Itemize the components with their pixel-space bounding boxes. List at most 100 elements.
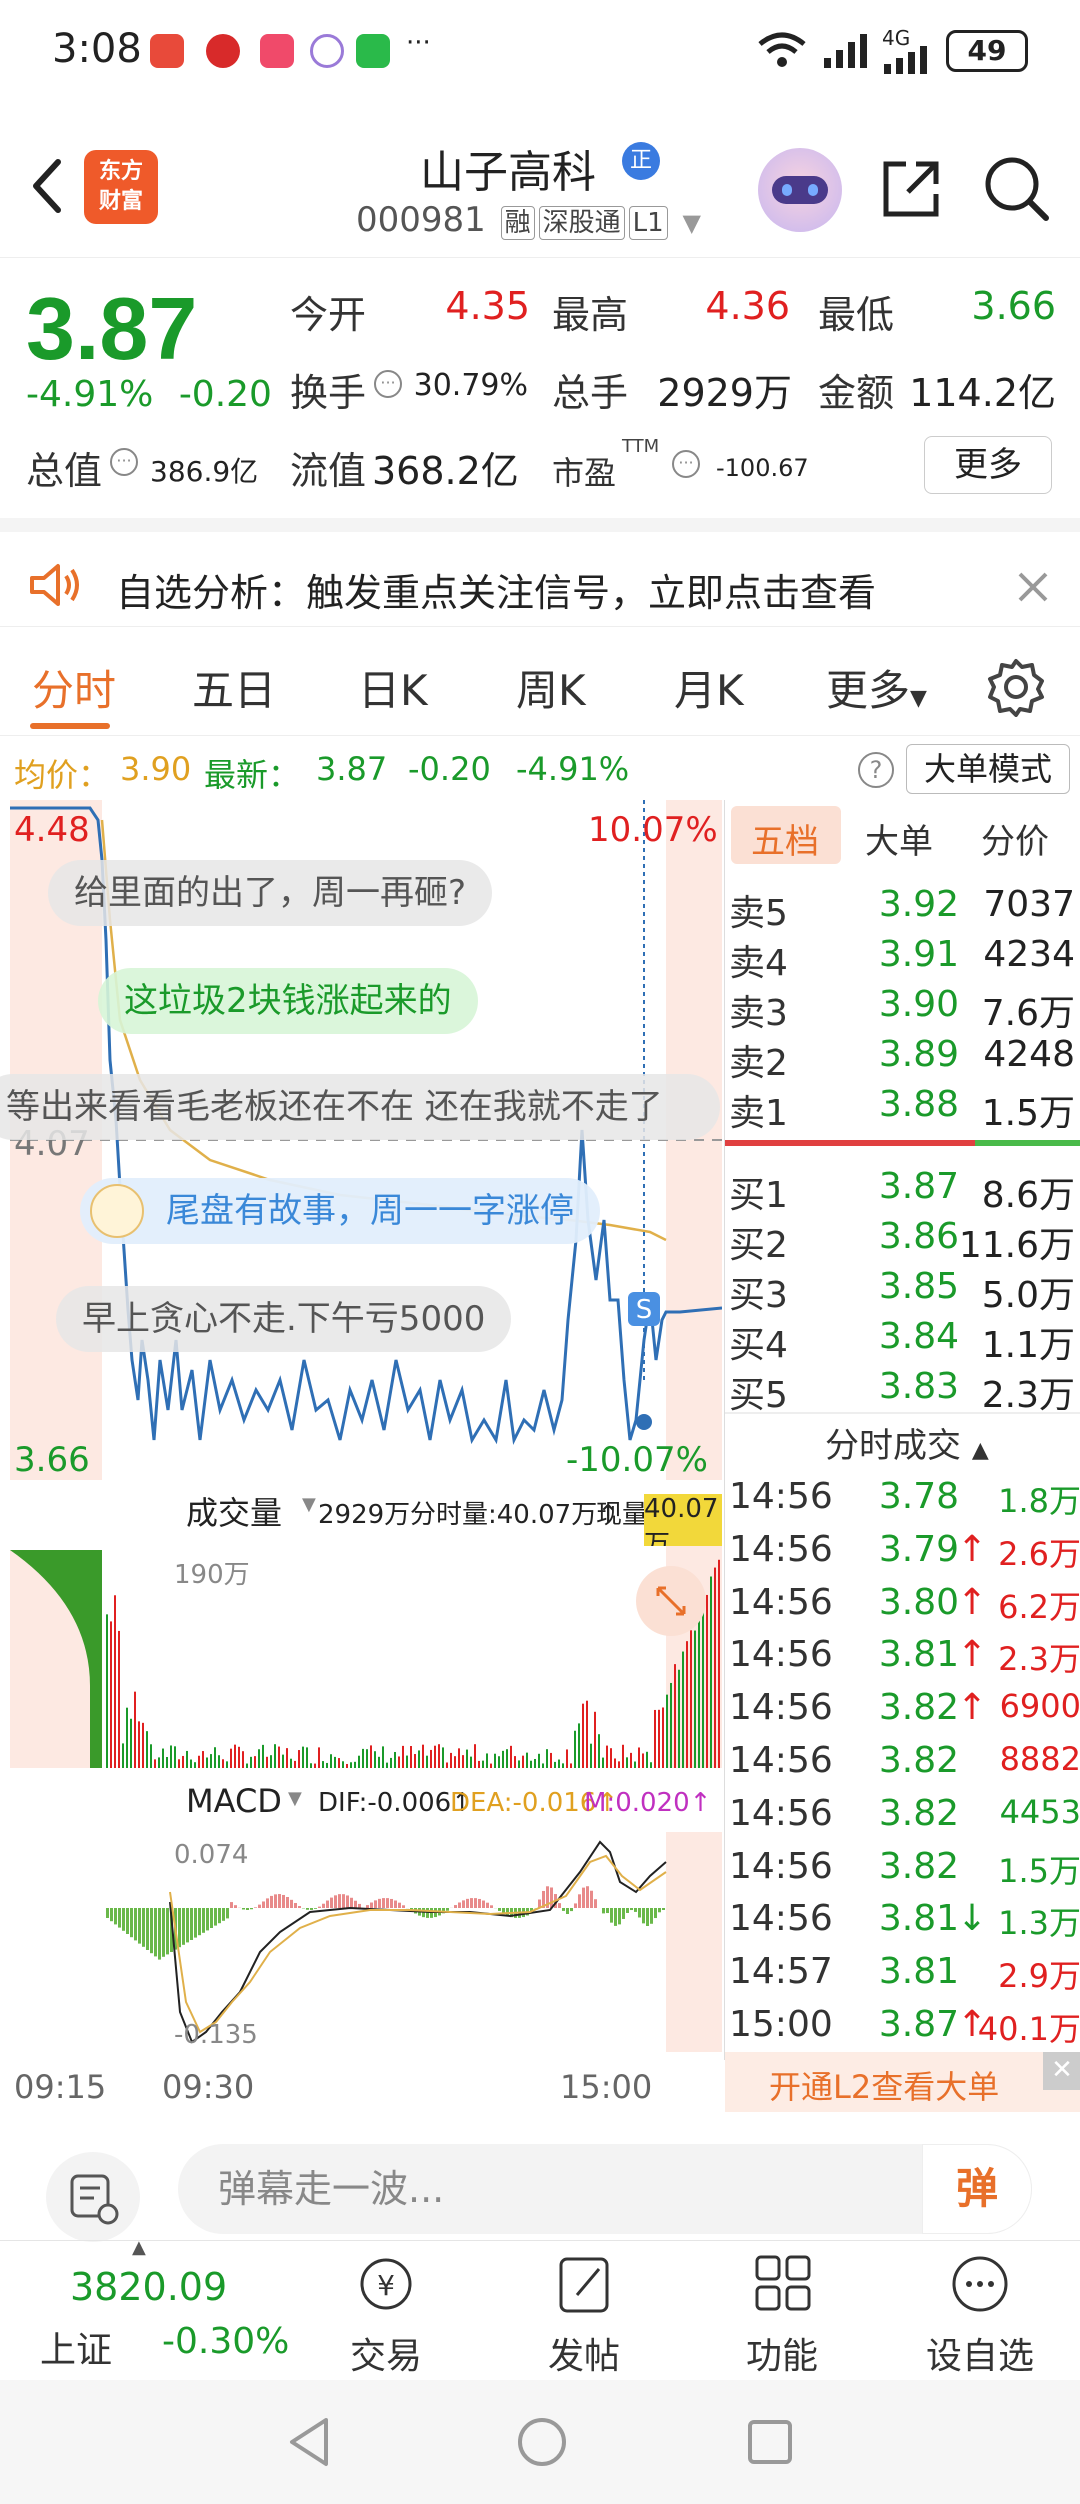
danmu-comment[interactable]: 等出来看看毛老板还在不在 还在我就不走了 (0, 1074, 720, 1140)
l2-promo-banner[interactable]: 开通L2查看大单 ✕ (725, 2052, 1080, 2112)
trades-header-label: 分时成交 (825, 1426, 961, 1466)
volume-bar (466, 1749, 468, 1768)
trade-row: 14:56 3.82 ↑ 6900 (729, 1687, 1080, 1737)
tab-monthly-k[interactable]: 月K (674, 657, 744, 718)
help-icon[interactable]: ? (858, 752, 894, 788)
big-order-mode-button[interactable]: 大单模式 (906, 744, 1070, 794)
share-icon[interactable] (878, 156, 944, 222)
tab-intraday[interactable]: 分时 (32, 657, 116, 718)
volume-bar (506, 1749, 508, 1768)
system-recents-icon[interactable] (744, 2416, 796, 2468)
trades-header[interactable]: 分时成交 ▲ (825, 1418, 989, 1467)
settings-gear-icon[interactable] (986, 657, 1046, 717)
volume-bar (226, 1761, 228, 1768)
trade-time: 14:56 (729, 1687, 833, 1729)
macd-bar (610, 1908, 613, 1923)
close-icon[interactable] (1016, 570, 1050, 604)
ask-volume: 1.5万 (981, 1093, 1075, 1134)
volume-bar (454, 1756, 456, 1768)
danmu-comment[interactable]: 给里面的出了，周一再砸? (48, 860, 493, 926)
ask-row: 卖1 3.88 1.5万 (729, 1084, 1075, 1134)
volume-bar (246, 1763, 248, 1768)
volume-bar (570, 1763, 572, 1768)
volume-bar (218, 1755, 220, 1768)
macd-bar (374, 1900, 377, 1908)
macd-bar (350, 1897, 353, 1908)
macd-indicator-label[interactable]: MACD (186, 1782, 282, 1820)
macd-bar (230, 1902, 233, 1908)
volume-bar (542, 1763, 544, 1768)
volume-bar (590, 1743, 592, 1768)
back-arrow-icon[interactable] (24, 156, 72, 216)
trade-time: 14:56 (729, 1528, 833, 1570)
wechat-icon (356, 34, 390, 68)
volume-bar (654, 1709, 656, 1768)
volume-bar (394, 1751, 396, 1768)
close-icon[interactable]: ✕ (1043, 2052, 1080, 2090)
volume-bar (162, 1748, 164, 1768)
danmu-comment[interactable]: 这垃圾2块钱涨起来的 (98, 968, 478, 1034)
ai-assistant-icon[interactable] (758, 148, 842, 232)
volume-chart[interactable] (10, 1546, 722, 1768)
tab-big-orders[interactable]: 大单 (865, 814, 933, 863)
tab-five-day[interactable]: 五日 (192, 657, 276, 718)
tab-five-levels[interactable]: 五档 (751, 814, 819, 863)
tab-more[interactable]: 更多▼ (826, 657, 927, 718)
macd-bar (294, 1903, 297, 1908)
open-label: 今开 (290, 293, 367, 337)
nav-post[interactable]: 发帖 (514, 2251, 654, 2379)
danmu-input[interactable]: 弹幕走一波... (178, 2144, 1032, 2234)
stock-code-line[interactable]: 000981 融深股通 L1 ▼ (356, 200, 701, 240)
danmu-comment[interactable]: 尾盘有故事，周一一字涨停 (80, 1178, 600, 1244)
volume-bar (274, 1744, 276, 1768)
nav-functions[interactable]: 功能 (712, 2251, 852, 2379)
trade-row: 14:56 3.80 ↑ 6.2万 (729, 1582, 1080, 1632)
analysis-alert-bar[interactable]: 自选分析：触发重点关注信号，立即点击查看 (0, 518, 1080, 626)
tab-price-distribution[interactable]: 分价 (981, 814, 1049, 863)
info-icon[interactable]: ··· (672, 450, 700, 478)
volume-indicator-label[interactable]: 成交量 (186, 1488, 282, 1534)
send-danmu-button[interactable]: 弹 (922, 2144, 1032, 2234)
macd-bar (270, 1895, 273, 1908)
app-logo[interactable]: 东方 财富 (84, 150, 158, 224)
volume-bar (582, 1703, 584, 1768)
tab-daily-k[interactable]: 日K (358, 657, 428, 718)
volume-bar (522, 1755, 524, 1768)
volume-bar (434, 1745, 436, 1768)
volume-bar (342, 1761, 344, 1768)
volume-bar (422, 1744, 424, 1768)
index-ticker[interactable]: ▲ 3820.09 上证 -0.30% (0, 2237, 289, 2381)
expand-chart-button[interactable] (636, 1566, 706, 1636)
tab-weekly-k[interactable]: 周K (516, 657, 586, 718)
nav-trade[interactable]: ¥ 交易 (316, 2251, 456, 2379)
danmu-settings-button[interactable] (46, 2152, 140, 2242)
macd-bar (358, 1903, 361, 1908)
volume-bar (430, 1749, 432, 1768)
info-icon[interactable]: ··· (374, 370, 402, 398)
search-icon[interactable] (980, 152, 1052, 224)
volume-bar (410, 1746, 412, 1768)
macd-chart[interactable] (10, 1832, 722, 2052)
macd-bar (454, 1905, 457, 1908)
volume-bar (310, 1763, 312, 1768)
system-home-icon[interactable] (514, 2414, 570, 2470)
volume-bar (170, 1745, 172, 1768)
time-axis: 09:15 09:30 15:00 (0, 2058, 722, 2118)
volume-bar (354, 1761, 356, 1768)
nav-post-label: 发帖 (547, 2336, 620, 2377)
order-book-panel: 五档 大单 分价 卖5 3.92 7037 卖4 3.91 4234 卖3 3.90 7.6万卖… (724, 800, 1080, 2112)
volume-bar (626, 1757, 628, 1768)
trade-volume: 4453 (999, 1792, 1080, 1831)
more-button[interactable]: 更多 (924, 436, 1052, 494)
nav-add-watchlist[interactable]: 设自选 (910, 2251, 1050, 2379)
macd-bar (446, 1908, 449, 1911)
volume-bar (710, 1576, 712, 1768)
info-icon[interactable]: ··· (110, 448, 138, 476)
ask-label: 卖3 (729, 993, 788, 1034)
macd-bar (642, 1908, 645, 1924)
system-back-icon[interactable] (284, 2414, 334, 2470)
trade-price: 3.82 (878, 1845, 959, 1887)
ask-label: 卖1 (729, 1093, 788, 1134)
danmu-comment[interactable]: 早上贪心不走.下午亏5000 (56, 1286, 512, 1352)
volume-bar (406, 1755, 408, 1768)
